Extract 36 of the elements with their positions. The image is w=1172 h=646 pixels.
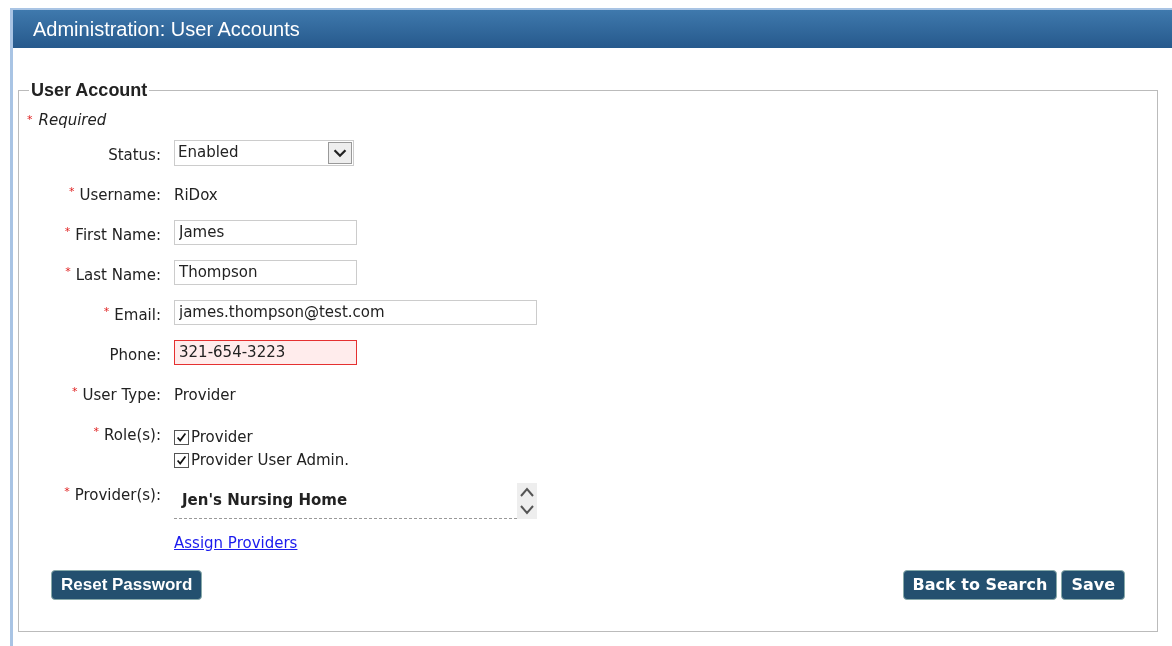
- field-label: Phone:: [109, 344, 161, 366]
- field-label: First Name:: [75, 224, 161, 246]
- field-label: Username:: [79, 184, 161, 206]
- action-button[interactable]: Back to Search: [902, 570, 1058, 600]
- required-mark: *: [72, 383, 78, 400]
- page-title: Administration: User Accounts: [33, 17, 300, 42]
- field-label: Status:: [108, 144, 161, 166]
- field-label: User Type:: [82, 384, 161, 406]
- action-button[interactable]: Save: [1061, 570, 1125, 600]
- required-mark: *: [27, 112, 33, 128]
- required-mark: *: [64, 483, 70, 500]
- status-select[interactable]: Enabled: [174, 139, 354, 166]
- reset-password-button[interactable]: Reset Password: [51, 570, 203, 600]
- required-mark: *: [64, 223, 71, 240]
- input-field[interactable]: james.thompson@test.com: [174, 299, 537, 325]
- checkbox[interactable]: [174, 452, 189, 468]
- required-mark: *: [68, 183, 75, 200]
- field-label: Role(s):: [104, 424, 161, 446]
- assign-providers-link[interactable]: Assign Providers: [174, 531, 298, 554]
- checkbox[interactable]: [174, 429, 189, 445]
- field-label: Provider(s):: [74, 484, 161, 506]
- list-item[interactable]: Jen's Nursing Home: [174, 482, 348, 511]
- field-label: Email:: [114, 304, 161, 326]
- required-mark: *: [103, 303, 110, 320]
- field-value: RiDox: [174, 184, 218, 206]
- input-field[interactable]: 321-654-3223: [174, 339, 357, 365]
- required-mark: *: [93, 423, 100, 440]
- checkbox-label: Provider: [191, 426, 253, 448]
- field-value: Provider: [174, 384, 236, 406]
- input-field[interactable]: Thompson: [174, 259, 357, 285]
- checkbox-label: Provider User Admin.: [191, 449, 350, 471]
- input-field[interactable]: James: [174, 219, 357, 245]
- required-mark: *: [65, 263, 71, 280]
- scroll-arrows-icon[interactable]: [517, 482, 537, 519]
- field-label: Last Name:: [75, 264, 161, 286]
- required-note: Required: [38, 110, 107, 131]
